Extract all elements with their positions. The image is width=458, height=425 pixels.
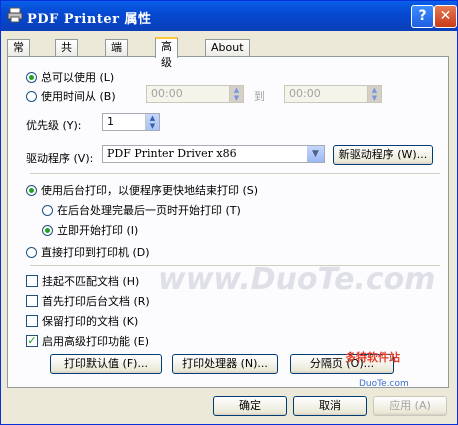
direct-print-label: 直接打印到打印机 (D)	[41, 246, 150, 259]
keep-printed-label: 保留打印的文档 (K)	[42, 315, 139, 328]
available-from-option[interactable]: 使用时间从 (B)	[26, 88, 116, 104]
hold-mismatched-label: 挂起不匹配文档 (H)	[42, 275, 140, 288]
after-last-page-label: 在后台处理完最后一页时开始打印 (T)	[57, 204, 241, 217]
to-label: 到	[254, 90, 265, 103]
to-time-field[interactable]: 00:00 ▲ ▼	[284, 85, 382, 103]
always-available-option[interactable]: 总可以使用 (L)	[26, 69, 114, 85]
printing-defaults-button[interactable]: 打印默认值 (F)...	[50, 354, 162, 374]
priority-label: 优先级 (Y):	[26, 119, 82, 132]
always-available-label: 总可以使用 (L)	[41, 71, 115, 84]
start-immediately-label: 立即开始打印 (I)	[57, 224, 139, 237]
site-logo: 多特软件站	[345, 351, 400, 364]
driver-select[interactable]: PDF Printer Driver x86 ▼	[102, 145, 325, 163]
driver-value: PDF Printer Driver x86	[107, 147, 237, 160]
option-keep-printed[interactable]: 保留打印的文档 (K)	[26, 313, 138, 329]
keep-printed-checkbox[interactable]	[26, 315, 38, 327]
title-bar[interactable]: PDF Printer 属性 ? ✕	[1, 1, 457, 31]
option-hold-mismatched[interactable]: 挂起不匹配文档 (H)	[26, 273, 139, 289]
option-spooled-first[interactable]: 首先打印后台文档 (R)	[26, 293, 150, 309]
from-time-spinner[interactable]: ▲ ▼	[229, 86, 243, 102]
spooled-first-checkbox[interactable]	[26, 295, 38, 307]
priority-field[interactable]: 1 ▲ ▼	[102, 113, 160, 131]
watermark: www.DuoTe.com	[158, 262, 436, 297]
after-last-page-option[interactable]: 在后台处理完最后一页时开始打印 (T)	[42, 202, 241, 218]
new-driver-button[interactable]: 新驱动程序 (W)...	[333, 145, 433, 165]
to-time-spinner[interactable]: ▲ ▼	[367, 86, 381, 102]
hold-mismatched-checkbox[interactable]	[26, 275, 38, 287]
from-time-field[interactable]: 00:00 ▲ ▼	[146, 85, 244, 103]
close-button[interactable]: ✕	[434, 5, 457, 28]
print-processor-button[interactable]: 打印处理器 (N)...	[172, 354, 278, 374]
start-immediately-radio[interactable]	[42, 224, 53, 236]
ok-button[interactable]: 确定	[213, 396, 287, 416]
spool-radio[interactable]	[26, 184, 37, 196]
tab-ports[interactable]: 端口	[105, 39, 128, 70]
tab-sharing[interactable]: 共享	[55, 39, 78, 70]
to-time-value: 00:00	[289, 87, 321, 100]
available-from-radio[interactable]	[26, 90, 37, 102]
spooled-first-label: 首先打印后台文档 (R)	[42, 295, 150, 308]
printer-icon	[7, 7, 23, 23]
priority-value: 1	[107, 115, 114, 128]
window-title: PDF Printer 属性	[27, 12, 152, 27]
advanced-panel: 总可以使用 (L) 使用时间从 (B) 00:00 ▲ ▼ 到 00:00 ▲ ▼ …	[7, 56, 449, 388]
option-advanced-features[interactable]: ✓ 启用高级打印功能 (E)	[26, 333, 149, 349]
spool-option[interactable]: 使用后台打印，以便程序更快地结束打印 (S)	[26, 182, 258, 198]
site-logo-sub: DuoTe.com	[359, 379, 409, 389]
driver-label: 驱动程序 (V):	[26, 152, 94, 165]
cancel-button[interactable]: 取消	[293, 396, 367, 416]
after-last-page-radio[interactable]	[42, 204, 53, 216]
available-from-label: 使用时间从 (B)	[41, 90, 116, 103]
always-available-radio[interactable]	[26, 71, 37, 83]
advanced-features-checkbox[interactable]: ✓	[26, 335, 38, 347]
spool-label: 使用后台打印，以便程序更快地结束打印 (S)	[41, 184, 259, 197]
divider	[30, 173, 440, 174]
priority-spinner[interactable]: ▲ ▼	[145, 114, 159, 130]
tab-general[interactable]: 常规	[7, 39, 30, 70]
from-time-value: 00:00	[151, 87, 183, 100]
apply-button[interactable]: 应用 (A)	[373, 396, 447, 416]
properties-dialog: PDF Printer 属性 ? ✕ 常规 共享 端口 高级 About 总可以…	[0, 0, 458, 425]
help-button[interactable]: ?	[411, 5, 434, 28]
start-immediately-option[interactable]: 立即开始打印 (I)	[42, 222, 138, 238]
tab-about[interactable]: About	[205, 39, 250, 56]
direct-print-option[interactable]: 直接打印到打印机 (D)	[26, 244, 150, 260]
tab-advanced[interactable]: 高级	[155, 37, 178, 69]
chevron-down-icon[interactable]: ▼	[307, 146, 324, 162]
direct-print-radio[interactable]	[26, 246, 37, 258]
advanced-features-label: 启用高级打印功能 (E)	[42, 335, 150, 348]
